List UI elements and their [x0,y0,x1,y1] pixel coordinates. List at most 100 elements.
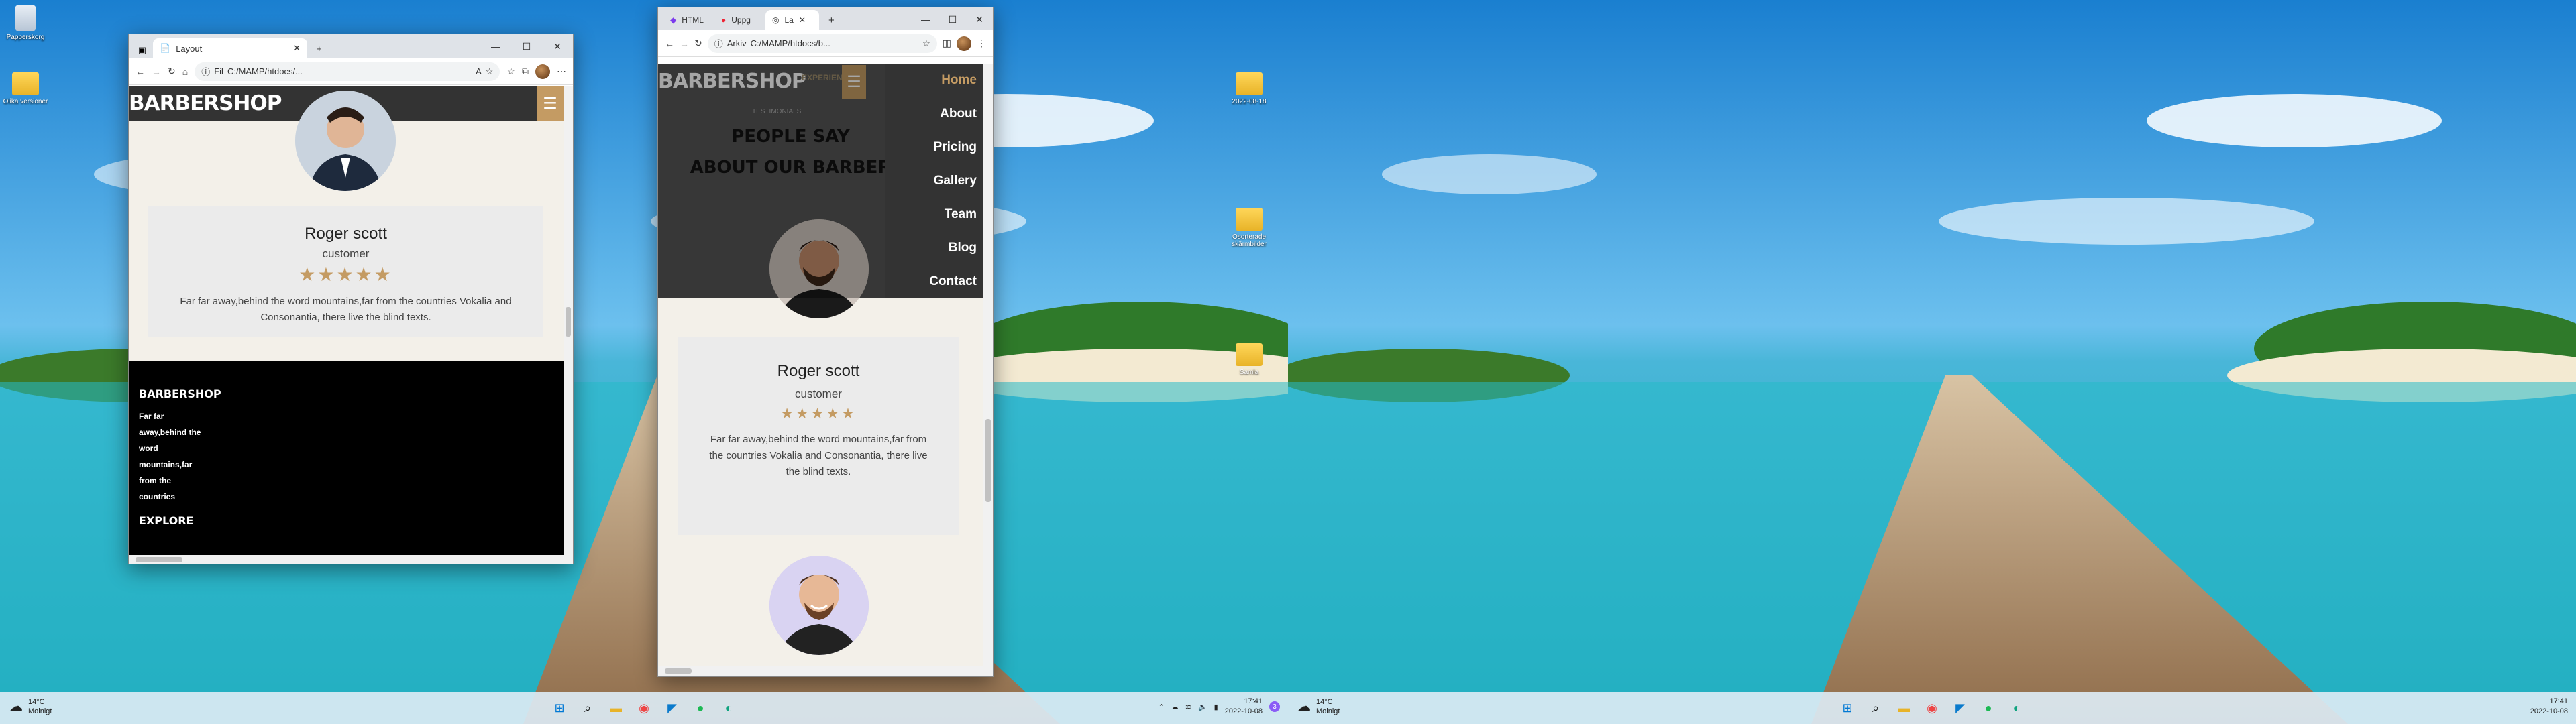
desktop-icon-folder[interactable]: Samla [1222,343,1276,376]
beach-wallpaper [1288,0,2576,724]
tab-uppg[interactable]: ● Uppg [714,10,763,30]
edge-icon[interactable]: ◐ [2007,699,2026,717]
forward-icon[interactable]: → [680,38,689,49]
scrollbar-thumb[interactable] [566,307,571,337]
maximize-button[interactable]: ☐ [939,7,966,32]
favorite-icon[interactable]: ☆ [486,66,494,77]
taskbar: ☁ 14°C Molnigt ⊞ ⌕ ▬ ◉ ◤ ● ◐ ⌃ ☁ ≋ 🔈 ▮ 17… [0,692,1288,724]
refresh-icon[interactable]: ↻ [694,38,702,49]
spotify-icon[interactable]: ● [691,699,710,717]
minimize-button[interactable]: — [912,7,939,32]
rating-stars: ★★★★★ [299,264,393,285]
clock[interactable]: 17:41 2022-10-08 [2530,697,2568,717]
nav-item-gallery[interactable]: Gallery [934,164,983,198]
tab-html[interactable]: ◆ HTML [663,10,712,30]
address-bar[interactable]: ⓘ Fil C:/MAMP/htdocs/... A ☆ [195,62,500,81]
notification-badge[interactable]: 3 [1269,701,1280,712]
vscode-icon[interactable]: ◤ [663,699,682,717]
vertical-scrollbar[interactable] [983,64,993,666]
back-icon[interactable]: ← [665,38,674,49]
page-viewport: BARBERSHOP ☰ Roger scott customer ★★★★★ … [129,86,564,555]
start-icon[interactable]: ⊞ [550,699,569,717]
tab-layout[interactable]: 📄 Layout ✕ [153,38,307,58]
chrome-icon[interactable]: ◉ [635,699,653,717]
spotify-icon[interactable]: ● [1979,699,1998,717]
address-toolbar: ← → ↻ ⌂ ⓘ Fil C:/MAMP/htdocs/... A ☆ ☆ ⧉… [129,58,573,85]
address-bar[interactable]: ⓘ Arkiv C:/MAMP/htdocs/b... ☆ [707,34,937,53]
footer-explore-heading: EXPLORE [139,514,194,527]
menu-toggle-button[interactable]: ☰ [537,86,564,121]
chrome-browser-window: ◆ HTML ● Uppg ◎ La ✕ + — ☐ ✕ ← → ↻ ⓘ Arkiv C… [657,7,994,677]
site-footer: BARBERSHOP Far far away,behind the word … [129,361,564,555]
tab-actions-icon[interactable]: ▣ [134,42,150,58]
nav-dropdown-menu: Home About Pricing Gallery Team Blog Con… [885,64,983,298]
refresh-icon[interactable]: ↻ [168,66,176,77]
profile-avatar[interactable] [535,64,550,79]
weather-widget[interactable]: ☁ 14°C Molnigt [9,697,52,716]
vscode-icon[interactable]: ◤ [1951,699,1970,717]
read-aloud-icon[interactable]: A [476,66,482,76]
favorites-bar-icon[interactable]: ☆ [506,66,515,77]
chrome-icon[interactable]: ◉ [1923,699,1941,717]
nav-item-pricing[interactable]: Pricing [934,131,983,164]
bookmark-star-icon[interactable]: ☆ [922,38,930,49]
edge-browser-window: ▣ 📄 Layout ✕ + — ☐ ✕ ← → ↻ ⌂ ⓘ Fil C:/MA… [128,34,574,564]
window-controls: — ☐ ✕ [480,34,573,58]
testimonial-portrait [769,556,869,655]
side-panel-icon[interactable]: ▥ [943,38,951,49]
close-tab-icon[interactable]: ✕ [799,15,806,25]
scrollbar-thumb[interactable] [136,557,182,562]
nav-item-about[interactable]: About [940,97,983,131]
minimize-button[interactable]: — [480,34,511,58]
scrollbar-thumb[interactable] [985,419,991,502]
desktop-icon-folder[interactable]: Osorterade skärmbilder [1222,208,1276,248]
nav-item-blog[interactable]: Blog [949,231,983,265]
new-tab-button[interactable]: + [822,10,841,30]
file-explorer-icon[interactable]: ▬ [606,699,625,717]
weather-widget[interactable]: ☁ 14°C Molnigt [1297,697,1340,716]
desktop-icon-recycle-bin[interactable]: Papperskorg [0,5,52,41]
clock[interactable]: 17:41 2022-10-08 [1225,697,1263,717]
more-menu-icon[interactable]: ⋮ [977,38,986,49]
search-icon[interactable]: ⌕ [1866,699,1885,717]
maximize-button[interactable]: ☐ [511,34,542,58]
horizontal-scrollbar[interactable] [129,555,573,564]
address-toolbar: ← → ↻ ⓘ Arkiv C:/MAMP/htdocs/b... ☆ ▥ ⋮ [658,30,993,57]
horizontal-scrollbar[interactable] [658,666,993,676]
window-controls: — ☐ ✕ [912,7,993,32]
back-icon[interactable]: ← [136,66,145,77]
close-button[interactable]: ✕ [966,7,993,32]
start-icon[interactable]: ⊞ [1838,699,1857,717]
collections-icon[interactable]: ⧉ [522,66,529,77]
nav-item-contact[interactable]: Contact [929,265,983,298]
folder-icon [1236,208,1263,231]
nav-item-team[interactable]: Team [945,198,983,231]
site-brand[interactable]: BARBERSHOP [129,91,282,115]
cloud-sync-icon[interactable]: ☁ [1171,703,1179,711]
scrollbar-thumb[interactable] [665,668,692,674]
forward-icon[interactable]: → [152,66,161,77]
volume-icon[interactable]: 🔈 [1198,703,1208,711]
new-tab-button[interactable]: + [310,38,329,58]
more-menu-icon[interactable]: ⋯ [557,66,566,77]
desktop-icon-folder[interactable]: Olika versioner [0,72,52,105]
home-icon[interactable]: ⌂ [182,66,188,77]
edge-icon[interactable]: ◐ [719,699,738,717]
wifi-icon[interactable]: ≋ [1185,703,1191,711]
file-explorer-icon[interactable]: ▬ [1894,699,1913,717]
vertical-scrollbar[interactable] [564,86,573,555]
battery-icon[interactable]: ▮ [1214,703,1218,711]
taskbar-apps: ⊞ ⌕ ▬ ◉ ◤ ● ◐ [1838,699,2026,717]
search-icon[interactable]: ⌕ [578,699,597,717]
testimonial-card: Roger scott customer ★★★★★ Far far away,… [148,206,543,337]
tab-layout[interactable]: ◎ La ✕ [765,10,819,30]
page-icon: 📄 [160,43,171,53]
nav-item-home[interactable]: Home [941,64,983,97]
testimonial-portrait [295,90,396,191]
close-button[interactable]: ✕ [542,34,573,58]
profile-avatar[interactable] [957,36,971,51]
chevron-up-icon[interactable]: ⌃ [1159,703,1165,711]
reviewer-name: Roger scott [305,225,387,243]
desktop-icon-folder[interactable]: 2022-08-18 [1222,72,1276,105]
close-tab-icon[interactable]: ✕ [293,43,301,54]
